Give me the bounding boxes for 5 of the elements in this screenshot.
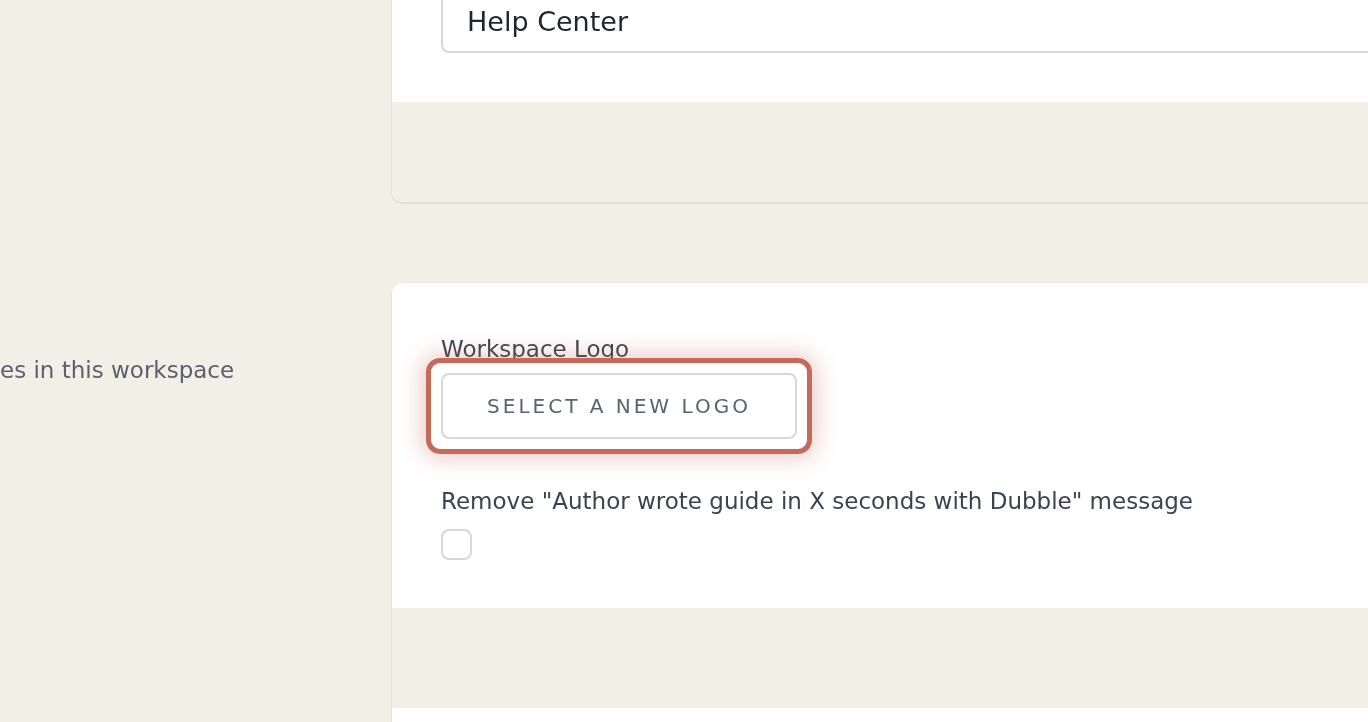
- remove-message-checkbox[interactable]: [441, 528, 472, 560]
- select-logo-button[interactable]: SELECT A NEW LOGO: [441, 372, 797, 439]
- text-field[interactable]: Help Center: [441, 0, 1368, 53]
- remove-message-label: Remove "Author wrote guide in X seconds with Dubble" message: [441, 486, 1194, 516]
- workspace-description: es in this workspace: [0, 356, 236, 385]
